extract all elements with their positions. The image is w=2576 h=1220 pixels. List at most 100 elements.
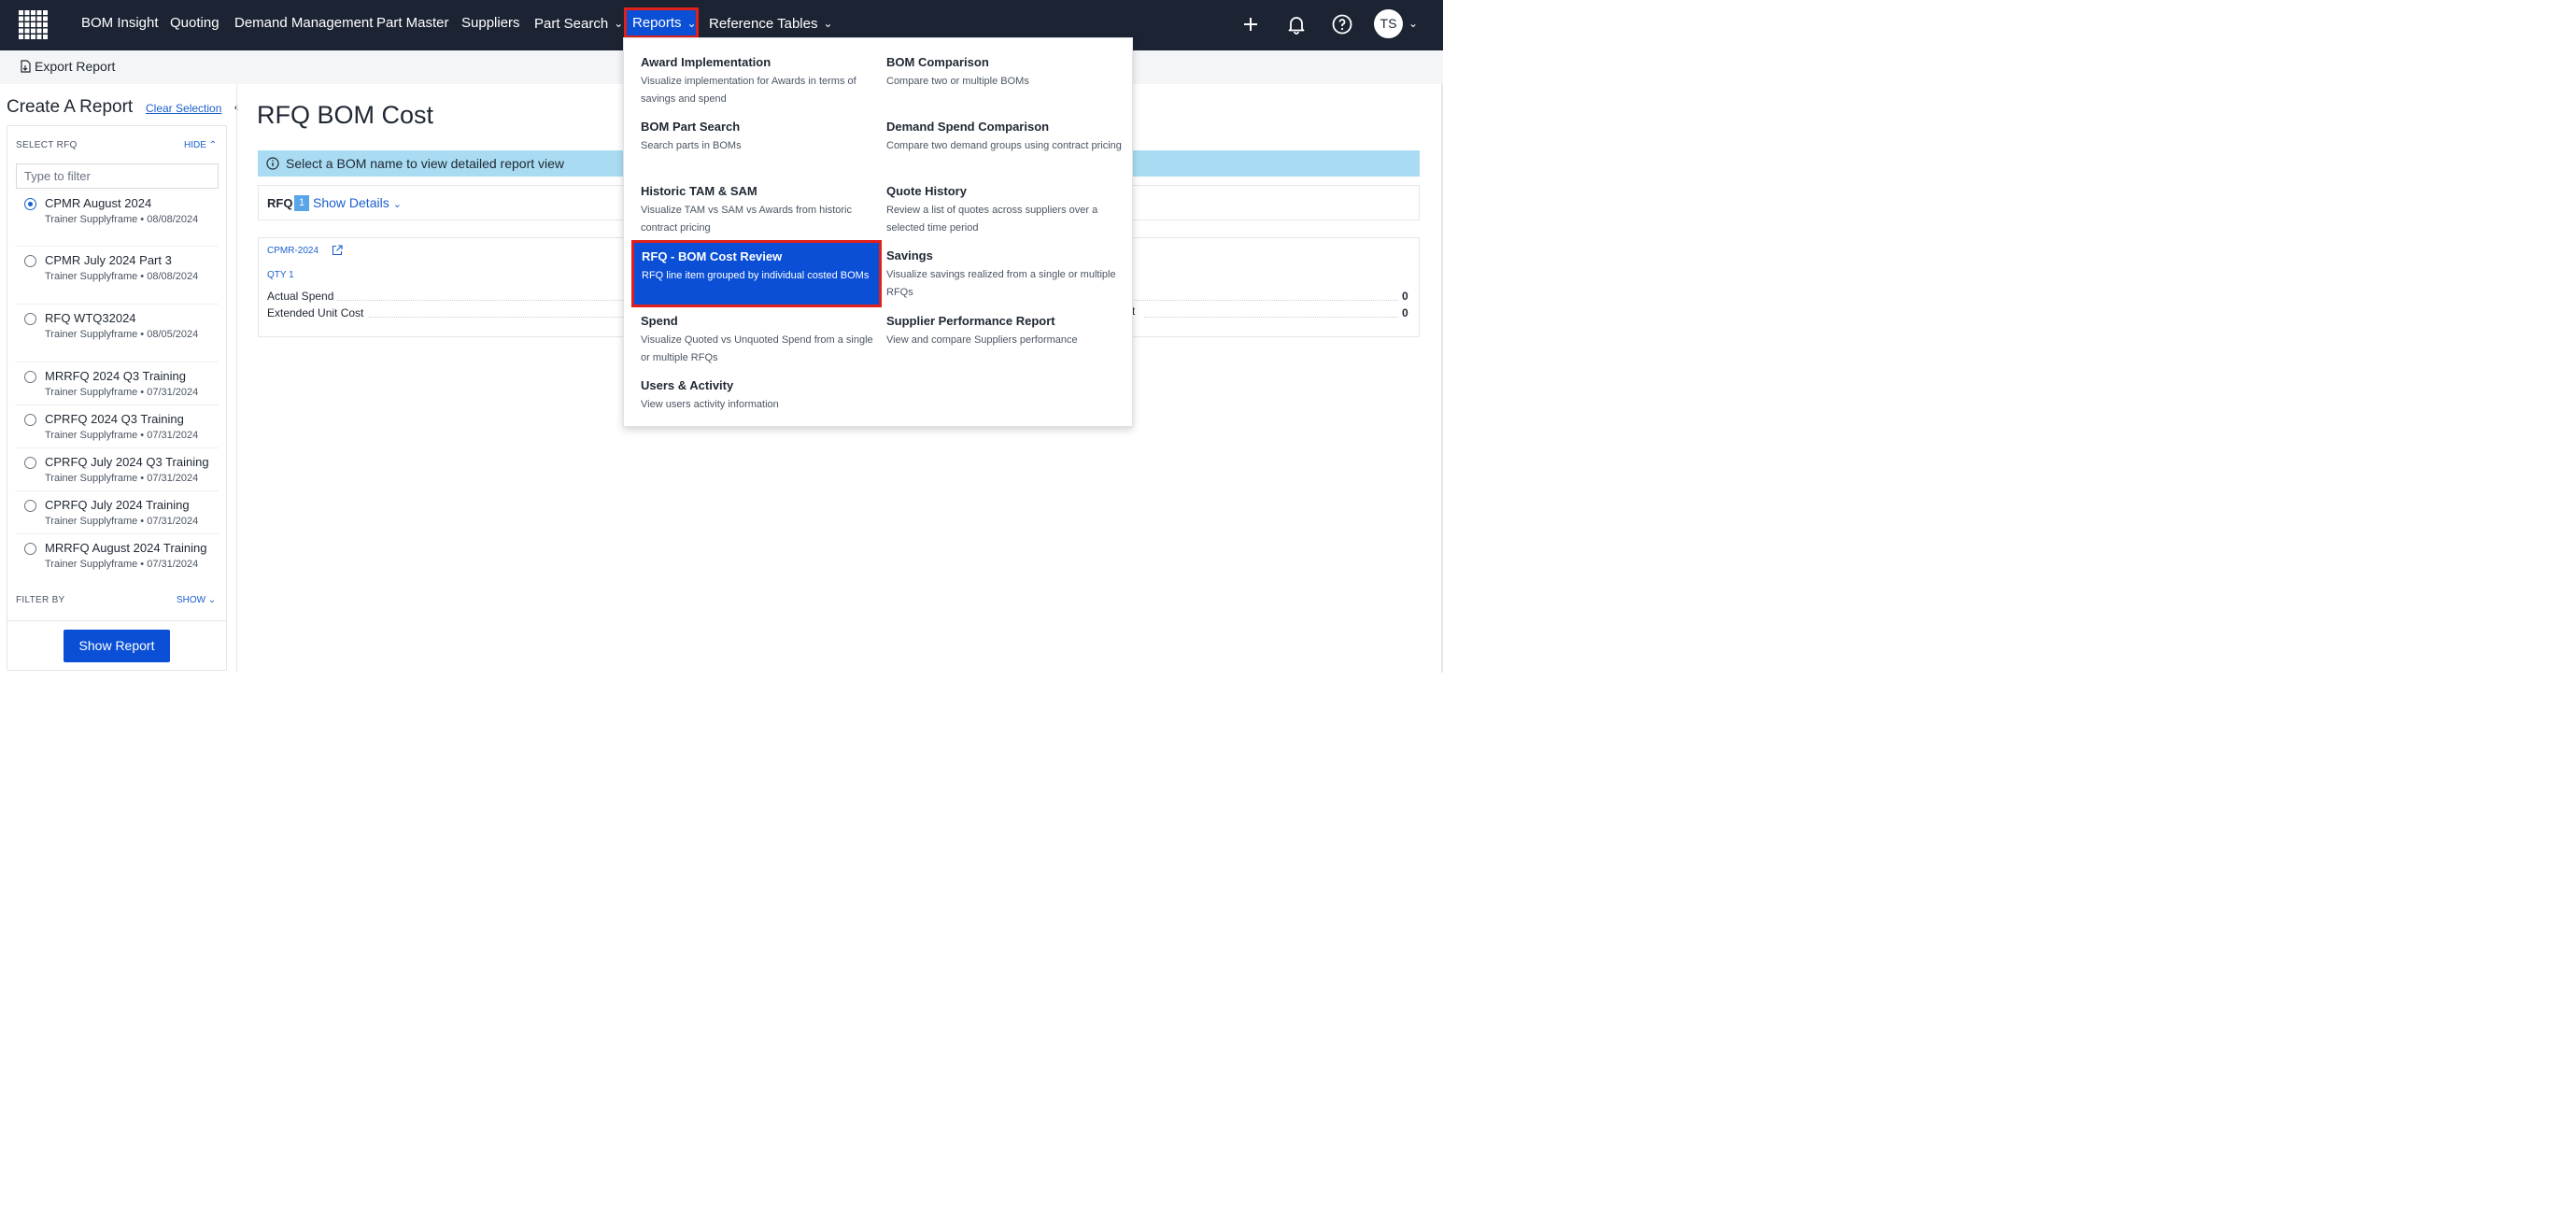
show-details-toggle[interactable]: Show Details ⌄: [313, 195, 402, 210]
report-menu-item[interactable]: Users & Activity View users activity info…: [641, 377, 882, 414]
bell-icon[interactable]: [1285, 13, 1308, 35]
rfq-owner-date: Trainer Supplyframe • 08/08/2024: [45, 271, 199, 282]
help-icon[interactable]: [1331, 13, 1353, 35]
report-menu-item[interactable]: Historic TAM & SAM Visualize TAM vs SAM v…: [641, 183, 882, 237]
report-menu-item-title: Users & Activity: [641, 378, 734, 392]
report-menu-item-title: RFQ - BOM Cost Review: [642, 249, 783, 263]
rfq-owner-date: Trainer Supplyframe • 08/08/2024: [45, 214, 199, 225]
report-menu-item-title: Quote History: [886, 184, 967, 198]
report-menu-item-description: Compare two or multiple BOMs: [886, 76, 1029, 87]
report-menu-item[interactable]: Savings Visualize savings realized from a…: [886, 248, 1127, 302]
app-logo-grid-icon[interactable]: [19, 10, 48, 39]
rfq-radio[interactable]: [24, 371, 36, 383]
nav-part-search-label: Part Search: [534, 16, 609, 32]
filter-by-label: FILTER BY: [16, 595, 65, 605]
report-menu-item-title: Spend: [641, 314, 678, 328]
rfq-radio[interactable]: [24, 313, 36, 325]
show-filters-toggle[interactable]: SHOW ⌄: [177, 595, 216, 605]
report-menu-item[interactable]: BOM Comparison Compare two or multiple BO…: [886, 54, 1127, 91]
extended-unit-cost-value: 0: [1402, 306, 1408, 319]
report-menu-item[interactable]: Demand Spend Comparison Compare two deman…: [886, 119, 1127, 155]
report-menu-item-description: RFQ line item grouped by individual cost…: [642, 270, 870, 281]
create-report-title: Create A Report: [7, 97, 134, 117]
rfq-name: CPRFQ July 2024 Training: [45, 498, 190, 512]
report-menu-item-description: View users activity information: [641, 399, 779, 410]
plus-icon[interactable]: [1239, 13, 1262, 35]
report-menu-item-title: Demand Spend Comparison: [886, 120, 1050, 134]
actual-spend-value: 0: [1402, 290, 1408, 303]
reports-dropdown-menu: Award Implementation Visualize implementa…: [623, 37, 1133, 427]
report-menu-item[interactable]: BOM Part Search Search parts in BOMs: [641, 119, 882, 155]
rfq-radio[interactable]: [24, 543, 36, 555]
rfq-owner-date: Trainer Supplyframe • 07/31/2024: [45, 473, 199, 484]
rfq-name: CPMR August 2024: [45, 196, 152, 210]
scroll-edge: [1441, 84, 1443, 673]
rfq-owner-date: Trainer Supplyframe • 07/31/2024: [45, 516, 199, 527]
extended-unit-cost-label: Extended Unit Cost: [267, 306, 364, 319]
export-report-label: Export Report: [35, 59, 116, 74]
hide-rfq-toggle[interactable]: HIDE ⌃: [184, 140, 217, 150]
rfq-name: CPRFQ July 2024 Q3 Training: [45, 455, 209, 469]
report-menu-item-title: BOM Part Search: [641, 120, 741, 134]
nav-demand-management[interactable]: Demand Management: [234, 0, 373, 50]
chevron-up-icon: ⌃: [208, 140, 218, 150]
export-report-button[interactable]: Export Report: [19, 59, 115, 74]
nav-reference-tables-label: Reference Tables: [709, 16, 818, 32]
nav-reports[interactable]: Reports ⌄: [624, 7, 699, 38]
rfq-owner-date: Trainer Supplyframe • 07/31/2024: [45, 559, 199, 570]
panel-divider: [236, 84, 237, 673]
report-menu-item-title: Supplier Performance Report: [886, 314, 1055, 328]
rfq-name: CPRFQ 2024 Q3 Training: [45, 412, 184, 426]
chevron-down-icon[interactable]: ⌄: [1408, 17, 1418, 30]
clear-selection-link[interactable]: Clear Selection: [146, 102, 221, 115]
rfq-owner-date: Trainer Supplyframe • 08/05/2024: [45, 329, 199, 340]
divider: [7, 620, 226, 621]
external-link-icon[interactable]: [332, 244, 343, 256]
show-report-button[interactable]: Show Report: [64, 630, 170, 662]
report-menu-item[interactable]: Quote History Review a list of quotes acr…: [886, 183, 1127, 237]
rfq-name: CPMR July 2024 Part 3: [45, 253, 172, 267]
nav-bom-insight[interactable]: BOM Insight: [81, 0, 159, 50]
report-menu-item-description: Visualize implementation for Awards in t…: [641, 76, 856, 105]
report-menu-item-description: Compare two demand groups using contract…: [886, 140, 1122, 151]
rfq-radio[interactable]: [24, 255, 36, 267]
divider: [15, 447, 219, 448]
divider: [15, 533, 219, 534]
report-menu-item-description: Search parts in BOMs: [641, 140, 742, 151]
report-menu-item-description: Visualize TAM vs SAM vs Awards from hist…: [641, 205, 852, 234]
nav-part-master[interactable]: Part Master: [376, 0, 449, 50]
report-menu-item-description: View and compare Suppliers performance: [886, 334, 1078, 346]
actual-spend-label: Actual Spend: [267, 290, 334, 303]
report-menu-item[interactable]: RFQ - BOM Cost Review RFQ line item group…: [631, 240, 882, 307]
chevron-down-icon: ⌄: [686, 17, 697, 30]
select-rfq-label: SELECT RFQ: [16, 140, 78, 150]
user-avatar[interactable]: TS: [1374, 9, 1403, 38]
report-menu-item-title: Award Implementation: [641, 55, 771, 69]
rfq-radio[interactable]: [24, 198, 36, 210]
rfq-radio[interactable]: [24, 500, 36, 512]
report-menu-item-title: Savings: [886, 248, 933, 262]
export-document-icon: [19, 60, 32, 73]
rfq-owner-date: Trainer Supplyframe • 07/31/2024: [45, 430, 199, 441]
rfq-radio[interactable]: [24, 457, 36, 469]
bom-name-link[interactable]: CPMR-2024: [267, 246, 318, 256]
report-menu-item-description: Review a list of quotes across suppliers…: [886, 205, 1098, 234]
rfq-name: RFQ WTQ32024: [45, 311, 136, 325]
nav-part-search[interactable]: Part Search ⌄: [534, 0, 623, 50]
report-menu-item-description: Visualize Quoted vs Unquoted Spend from …: [641, 334, 873, 363]
report-menu-item-title: BOM Comparison: [886, 55, 989, 69]
report-menu-item[interactable]: Spend Visualize Quoted vs Unquoted Spend …: [641, 313, 882, 367]
nav-reports-label: Reports: [632, 15, 682, 31]
nav-suppliers[interactable]: Suppliers: [461, 0, 520, 50]
dotted-leader: [1144, 317, 1398, 318]
nav-quoting[interactable]: Quoting: [170, 0, 219, 50]
report-menu-item[interactable]: Award Implementation Visualize implementa…: [641, 54, 882, 108]
chevron-down-icon: ⌄: [207, 595, 217, 605]
divider: [15, 304, 219, 305]
divider: [15, 404, 219, 405]
rfq-radio[interactable]: [24, 414, 36, 426]
divider: [15, 246, 219, 247]
report-menu-item[interactable]: Supplier Performance Report View and comp…: [886, 313, 1127, 349]
rfq-filter-input[interactable]: [16, 163, 219, 189]
info-icon: [266, 157, 279, 170]
